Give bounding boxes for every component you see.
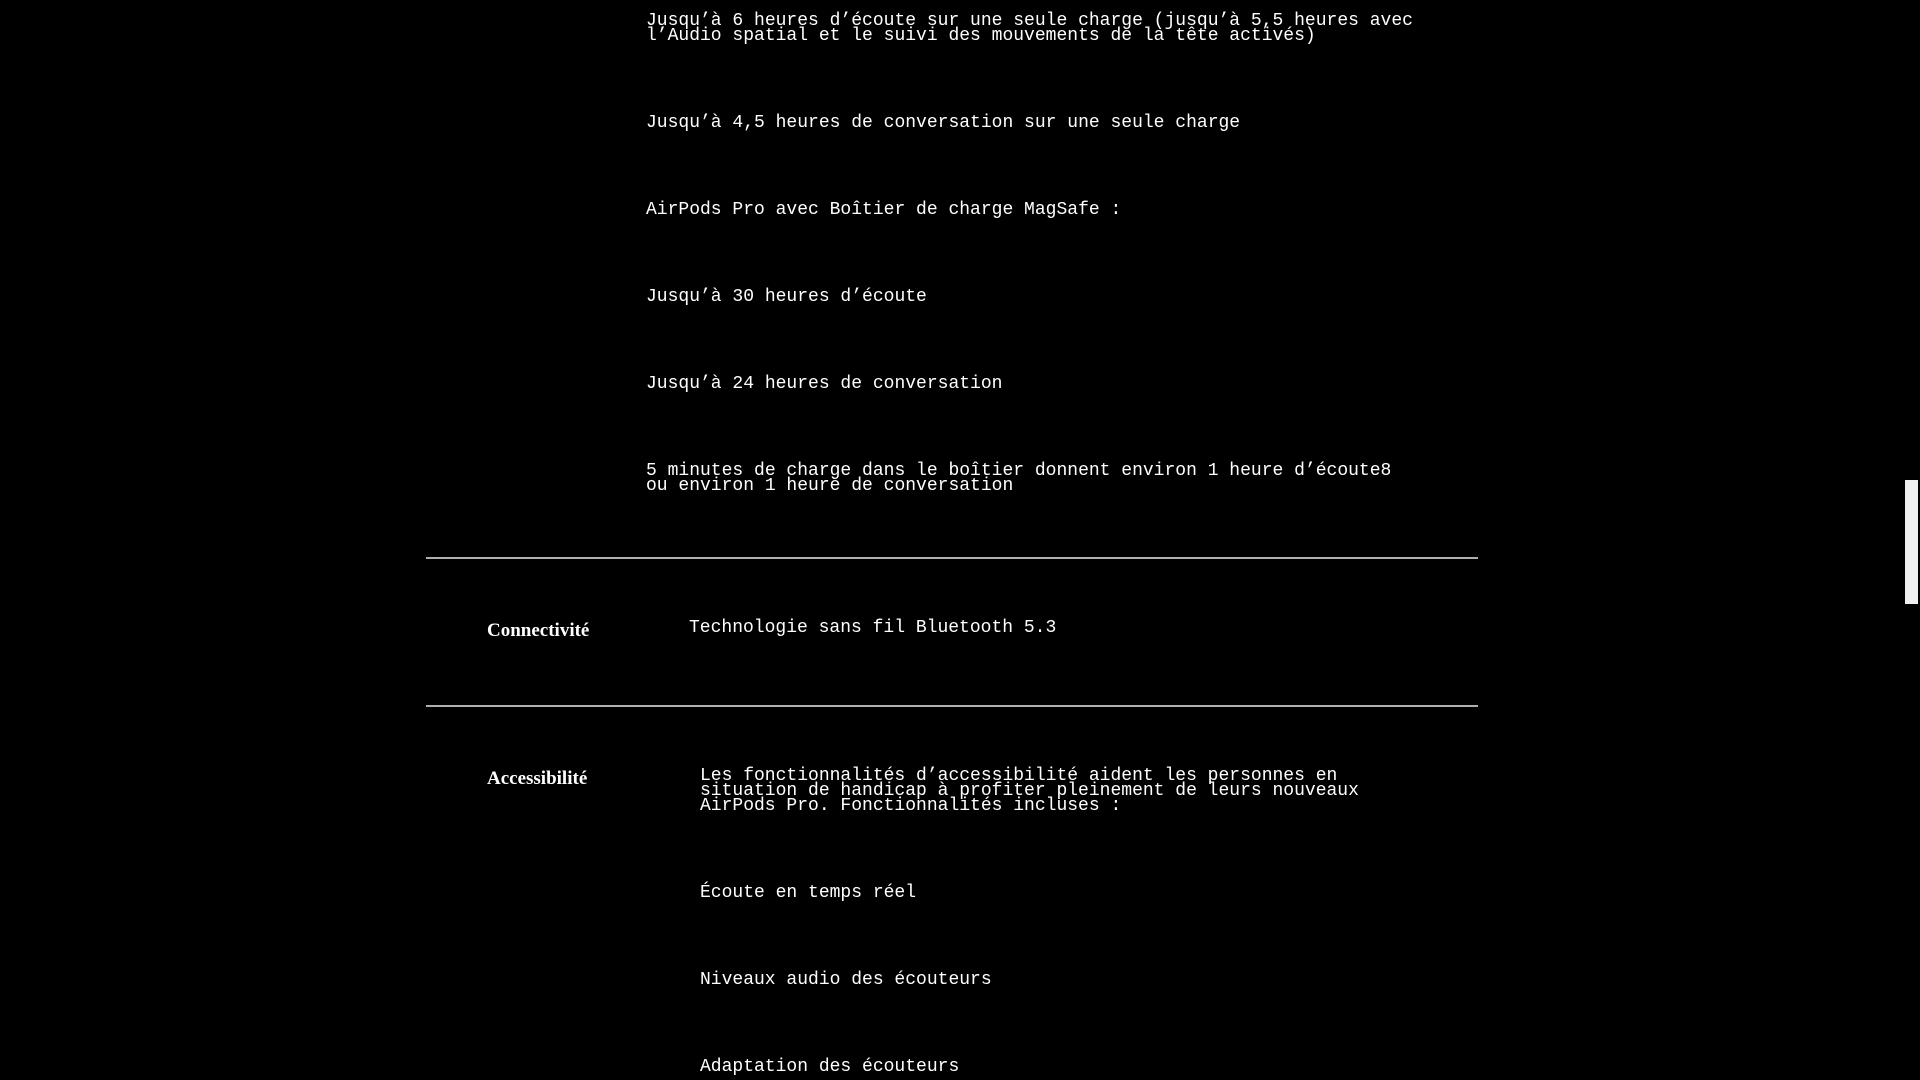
battery-line-talk-single-charge: Jusqu’à 4,5 heures de conversation sur u… — [646, 113, 1241, 133]
section-divider — [426, 557, 1478, 559]
spec-page: Jusqu’à 6 heures d’écoute sur une seule … — [0, 0, 1903, 1080]
section-divider — [426, 705, 1478, 707]
connectivity-label: Connectivité — [487, 620, 590, 641]
battery-line-talk-total: Jusqu’à 24 heures de conversation — [646, 374, 1003, 394]
accessibility-feature-item: Écoute en temps réel — [700, 883, 917, 903]
battery-line-quick-charge-cont: ou environ 1 heure de conversation — [646, 476, 1014, 496]
scrollbar-thumb[interactable] — [1905, 480, 1918, 604]
accessibility-intro-cont: AirPods Pro. Fonctionnalités incluses : — [700, 796, 1122, 816]
accessibility-label: Accessibilité — [487, 768, 588, 789]
battery-line-listening-total: Jusqu’à 30 heures d’écoute — [646, 287, 927, 307]
battery-line-magsafe-heading: AirPods Pro avec Boîtier de charge MagSa… — [646, 200, 1122, 220]
accessibility-feature-item: Niveaux audio des écouteurs — [700, 970, 992, 990]
battery-line-listening-single-charge-cont: l’Audio spatial et le suivi des mouvemen… — [646, 26, 1316, 46]
vertical-scrollbar[interactable] — [1903, 0, 1920, 1080]
connectivity-value: Technologie sans fil Bluetooth 5.3 — [689, 618, 1057, 638]
accessibility-feature-item: Adaptation des écouteurs — [700, 1057, 960, 1077]
